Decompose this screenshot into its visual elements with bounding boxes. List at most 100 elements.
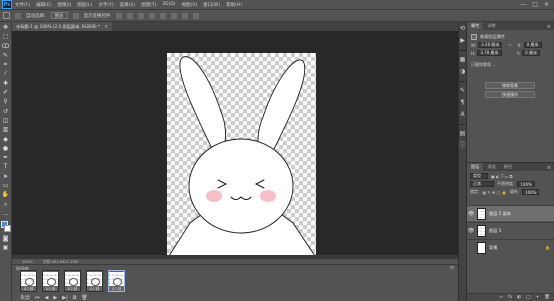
layer-name[interactable]: 背景 <box>489 245 497 251</box>
history-icon[interactable]: ⟲ <box>460 26 466 32</box>
next-frame-icon[interactable]: ▶| <box>62 295 68 301</box>
menu-window[interactable]: 窗口(W) <box>203 2 220 8</box>
x-field[interactable]: 0 厘米 <box>523 42 542 48</box>
play-icon[interactable]: ▶ <box>53 295 57 301</box>
first-frame-icon[interactable]: ⏮ <box>35 295 40 301</box>
actions-icon[interactable]: ▶ <box>460 38 466 44</box>
filter-icons[interactable]: ▣ ◐ T ▭ ⧉ <box>491 174 512 179</box>
auto-select-dropdown[interactable]: 图层 <box>50 12 68 19</box>
layer-style-icon[interactable]: fx <box>508 295 512 300</box>
layer-item-selected[interactable]: 👁 图层 5 副本 <box>467 205 554 221</box>
new-layer-icon[interactable]: + <box>536 295 540 300</box>
maximize-button[interactable]: □ <box>532 1 538 8</box>
duplicate-frame-icon[interactable]: ⧉ <box>73 295 77 301</box>
type-tool-icon[interactable]: T <box>2 163 10 170</box>
opacity-field[interactable]: 100% <box>517 181 535 187</box>
3d-mode-icon[interactable] <box>192 12 199 19</box>
tab-adjustments[interactable]: 调整 <box>483 22 499 30</box>
align-right-icon[interactable] <box>137 12 144 19</box>
layers-menu-icon[interactable]: ≡ <box>547 165 551 171</box>
align-bottom-icon[interactable] <box>170 12 177 19</box>
y-field[interactable]: 0 厘米 <box>522 50 540 56</box>
layer-item-background[interactable]: 背景 🔒 <box>467 239 554 255</box>
menu-3d[interactable]: 3D(D) <box>162 2 175 7</box>
menu-view[interactable]: 视图(V) <box>182 2 198 8</box>
link-icon[interactable]: ∞ <box>508 42 511 48</box>
layer-name[interactable]: 图层 5 副本 <box>489 211 511 217</box>
frame-delay[interactable]: 0.1 秒 <box>68 286 78 291</box>
frame-delay[interactable]: 0.1 秒 <box>90 286 100 291</box>
background-color[interactable] <box>3 225 11 233</box>
brush-tool-icon[interactable]: ✐ <box>2 89 10 96</box>
rectangle-tool-icon[interactable]: ▭ <box>2 182 10 189</box>
blend-mode-dropdown[interactable]: 正常 <box>470 181 494 187</box>
distribute-icon[interactable] <box>181 12 188 19</box>
group-icon[interactable]: □ <box>526 295 530 300</box>
close-tab-icon[interactable]: × <box>104 24 108 30</box>
healing-brush-icon[interactable]: ✚ <box>2 80 10 87</box>
link-layers-icon[interactable]: ∞ <box>499 295 503 300</box>
layer-name[interactable]: 图层 5 <box>489 228 501 234</box>
show-transform-checkbox[interactable] <box>72 12 79 19</box>
loop-dropdown[interactable]: 永远 <box>20 294 30 301</box>
delete-frame-icon[interactable]: 🗑 <box>81 295 87 301</box>
hand-tool-icon[interactable]: ✋ <box>2 191 10 198</box>
lock-icons[interactable]: ▦ ✎ ✥ ▢ 🔒 <box>482 190 506 195</box>
blur-tool-icon[interactable]: ◆ <box>2 136 10 143</box>
quick-action-button[interactable]: 快速操作 <box>485 91 535 98</box>
swatches-icon[interactable]: ▦ <box>460 57 466 63</box>
animation-frame[interactable]: 0.1 秒 <box>42 270 59 292</box>
menu-image[interactable]: 图像(I) <box>57 2 71 8</box>
align-top-icon[interactable] <box>148 12 155 19</box>
paragraph-icon[interactable]: ¶ <box>460 100 466 106</box>
frame-delay[interactable]: 0.1 秒 <box>112 286 122 291</box>
lasso-tool-icon[interactable]: ↀ <box>2 43 10 50</box>
pen-tool-icon[interactable]: ✒ <box>2 154 10 161</box>
tab-channels[interactable]: 通道 <box>483 163 499 171</box>
quick-select-tool-icon[interactable]: ✎ <box>2 52 10 59</box>
animation-frame[interactable]: 0.1 秒 <box>64 270 81 292</box>
fill-field[interactable]: 100% <box>522 189 540 195</box>
menu-edit[interactable]: 编辑(E) <box>36 2 51 8</box>
kind-filter-dropdown[interactable]: 类型 <box>470 173 488 179</box>
more-tools-icon[interactable]: … <box>2 210 10 217</box>
menu-layer[interactable]: 图层(L) <box>77 2 92 8</box>
move-tool-icon[interactable] <box>3 12 10 19</box>
minimize-button[interactable]: — <box>520 1 526 8</box>
menu-type[interactable]: 文字(Y) <box>98 2 113 8</box>
gradient-tool-icon[interactable]: ▥ <box>2 126 10 133</box>
libraries-icon[interactable]: ▤ <box>460 131 466 137</box>
close-button[interactable]: ✕ <box>544 1 549 8</box>
align-left-icon[interactable] <box>115 12 122 19</box>
auto-select-checkbox[interactable] <box>15 12 21 19</box>
eraser-tool-icon[interactable]: ◫ <box>2 117 10 124</box>
animation-frame-selected[interactable]: 0.1 秒 <box>108 270 125 292</box>
path-select-icon[interactable]: ➤ <box>2 173 10 180</box>
panel-menu-icon[interactable]: ≡ <box>547 24 551 30</box>
remove-background-button[interactable]: 移除背景 <box>485 82 535 89</box>
menu-help[interactable]: 帮助(H) <box>226 2 242 8</box>
menu-select[interactable]: 选择(S) <box>120 2 135 8</box>
animation-frame[interactable]: 0.1 秒 <box>86 270 103 292</box>
marquee-tool-icon[interactable]: ⬚ <box>2 33 10 40</box>
align-middle-icon[interactable] <box>159 12 166 19</box>
timeline-menu-icon[interactable]: ≡ <box>450 265 454 271</box>
document-tab[interactable]: 未标题-1 @ 100% (2.5 图层副本, RGB/8) * × <box>12 22 113 31</box>
tab-layers[interactable]: 图层 <box>467 163 484 171</box>
adjustment-layer-icon[interactable]: ◐ <box>517 295 521 300</box>
brush-settings-icon[interactable]: ✎ <box>460 88 466 94</box>
width-field[interactable]: 3.28 厘米 <box>478 42 503 48</box>
layer-item[interactable]: 👁 图层 5 <box>467 222 554 238</box>
dodge-tool-icon[interactable]: ● <box>2 145 10 152</box>
zoom-tool-icon[interactable]: ⌕ <box>2 201 10 208</box>
height-field[interactable]: 3.78 厘米 <box>477 50 502 56</box>
clone-stamp-icon[interactable]: ⚲ <box>2 98 10 105</box>
frame-delay[interactable]: 0.1 秒 <box>24 286 34 291</box>
crop-tool-icon[interactable]: ⌗ <box>2 61 10 68</box>
history-brush-icon[interactable]: ↺ <box>2 108 10 115</box>
frame-delay[interactable]: 0.1 秒 <box>46 286 56 291</box>
mask-label[interactable]: 已删除蒙版 ⌄ <box>471 62 496 68</box>
color-icon[interactable]: ◑ <box>460 69 466 75</box>
color-swatches[interactable] <box>0 221 11 233</box>
menu-file[interactable]: 文件(F) <box>15 2 30 8</box>
